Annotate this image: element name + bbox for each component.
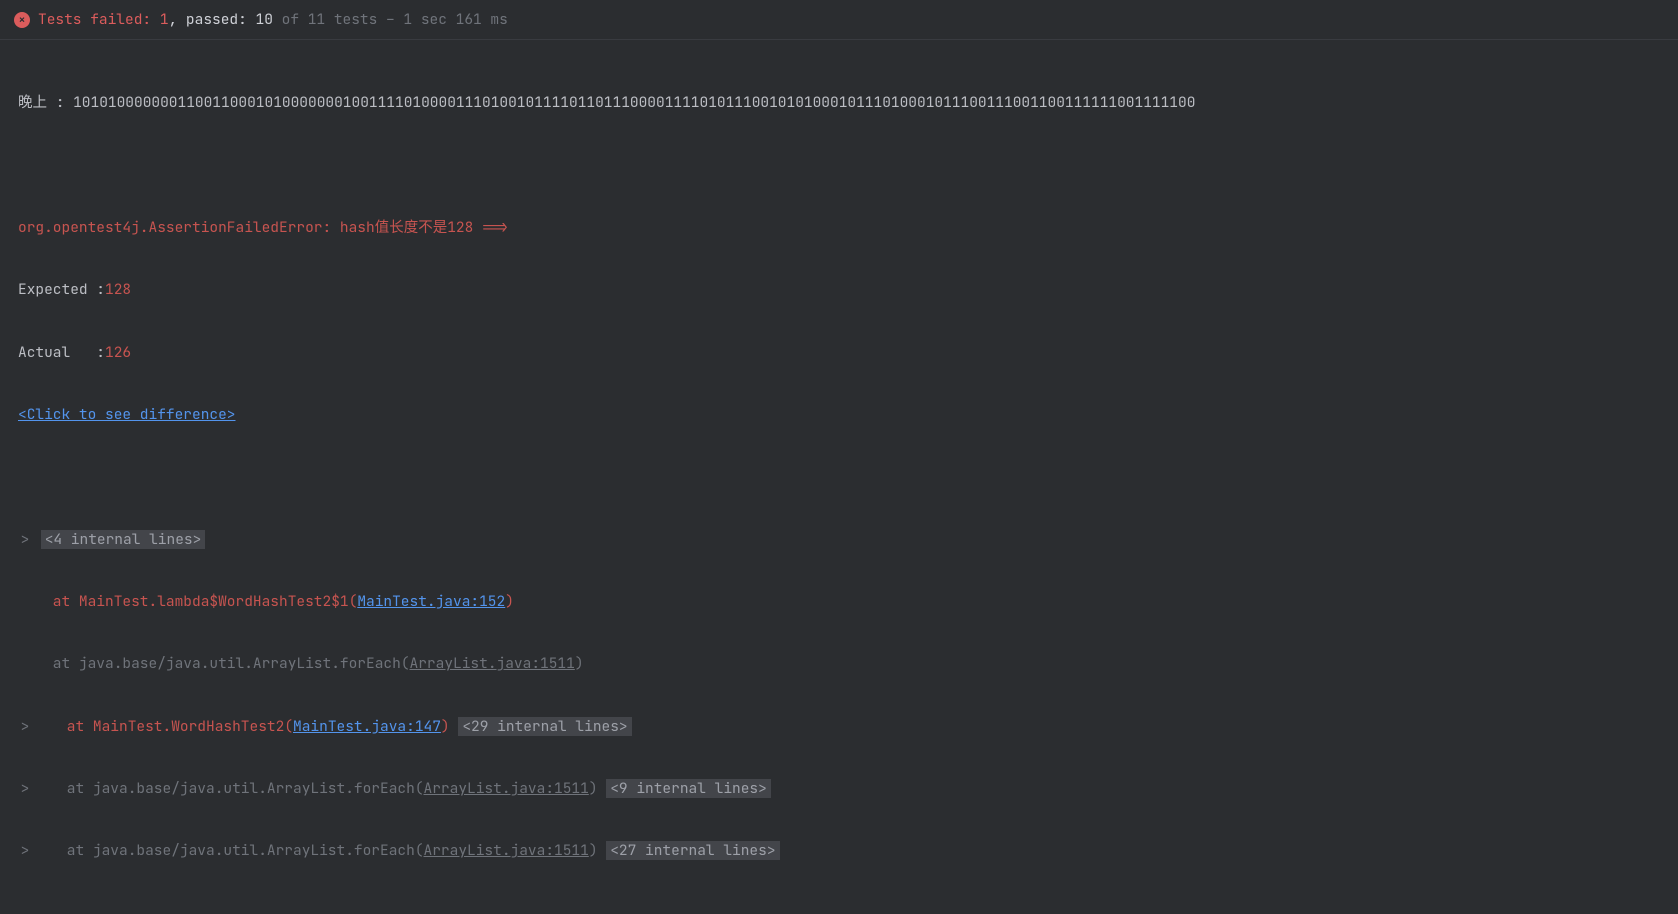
collapse-toggle[interactable]: > xyxy=(18,524,32,555)
internal-lines-badge[interactable]: <9 internal lines> xyxy=(606,779,771,798)
console-output: 晚上 : 10101000000011001100010100000001001… xyxy=(0,40,1678,914)
failed-label: Tests failed: 1 xyxy=(38,10,169,29)
stack-collapse-line: > <4 internal lines> xyxy=(18,524,1660,555)
assertion-error-line: org.opentest4j.AssertionFailedError: has… xyxy=(18,212,1660,243)
internal-lines-badge[interactable]: <29 internal lines> xyxy=(458,717,631,736)
stack-frame-collapsible: > at java.base/java.util.ArrayList.forEa… xyxy=(18,773,1660,804)
internal-lines-badge[interactable]: <27 internal lines> xyxy=(606,841,779,860)
error-icon xyxy=(14,12,30,28)
internal-lines-badge[interactable]: <4 internal lines> xyxy=(41,530,206,549)
test-results-header: Tests failed: 1, passed: 10 of 11 tests … xyxy=(0,0,1678,40)
passed-label: , passed: 10 xyxy=(169,10,273,29)
source-link[interactable]: ArrayList.java:1511 xyxy=(424,779,589,798)
source-link[interactable]: ArrayList.java:1511 xyxy=(424,841,589,860)
collapse-toggle[interactable]: > xyxy=(18,835,32,866)
stack-frame-collapsible: > at MainTest.WordHashTest2(MainTest.jav… xyxy=(18,711,1660,742)
test-summary-text: Tests failed: 1, passed: 10 of 11 tests … xyxy=(38,10,508,29)
summary-tail: of 11 tests – 1 sec 161 ms xyxy=(273,10,508,29)
source-link[interactable]: MainTest.java:147 xyxy=(293,717,441,736)
stack-frame: at MainTest.lambda$WordHashTest2$1(MainT… xyxy=(18,586,1660,617)
blank-line xyxy=(18,150,1660,181)
actual-line: Actual :126 xyxy=(18,337,1660,368)
collapse-toggle[interactable]: > xyxy=(18,773,32,804)
see-difference-link[interactable]: <Click to see difference> xyxy=(18,405,236,424)
collapse-toggle[interactable]: > xyxy=(18,711,32,742)
stack-frame-collapsible: > at java.base/java.util.ArrayList.forEa… xyxy=(18,835,1660,866)
output-line: 晚上 : 10101000000011001100010100000001001… xyxy=(18,87,1660,118)
source-link[interactable]: ArrayList.java:1511 xyxy=(410,654,575,673)
diff-link-line: <Click to see difference> xyxy=(18,399,1660,430)
stack-frame: at java.base/java.util.ArrayList.forEach… xyxy=(18,648,1660,679)
source-link[interactable]: MainTest.java:152 xyxy=(357,592,505,611)
blank-line xyxy=(18,461,1660,492)
expected-line: Expected :128 xyxy=(18,274,1660,305)
